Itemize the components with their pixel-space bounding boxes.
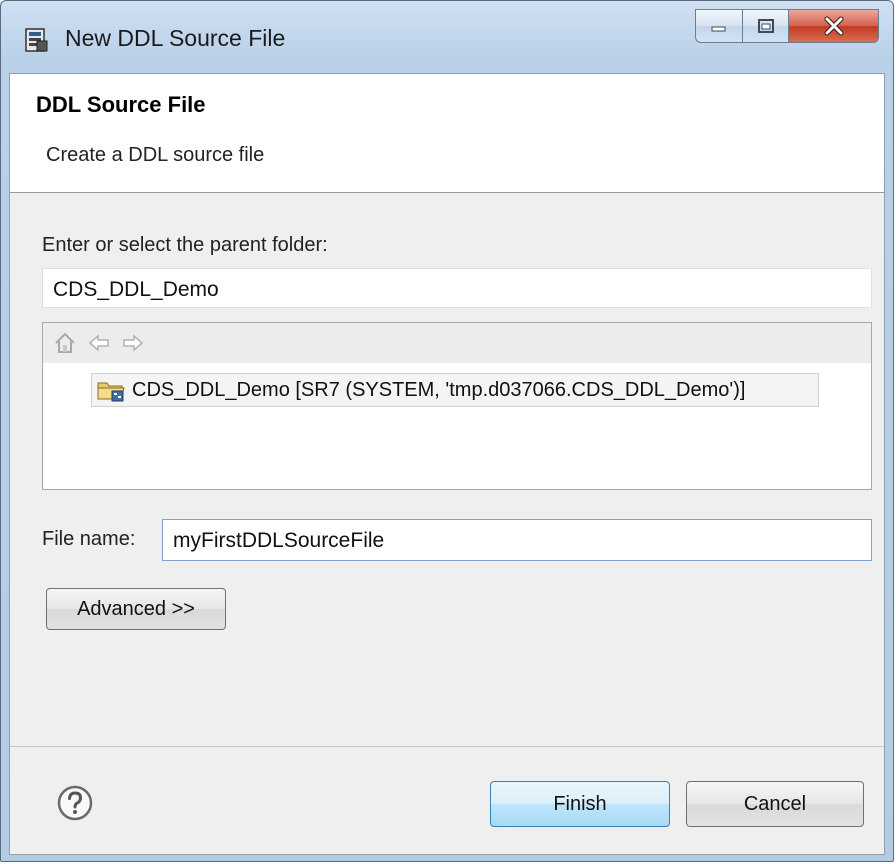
footer-divider xyxy=(10,746,884,747)
window-title: New DDL Source File xyxy=(65,25,286,51)
title-bar[interactable]: New DDL Source File xyxy=(1,1,893,73)
maximize-icon xyxy=(757,19,774,33)
folder-tree[interactable]: CDS_DDL_Demo [SR7 (SYSTEM, 'tmp.d037066.… xyxy=(42,322,872,490)
home-icon[interactable] xyxy=(53,331,77,355)
project-folder-icon xyxy=(97,382,125,402)
advanced-button[interactable]: Advanced >> xyxy=(46,588,226,630)
tree-toolbar xyxy=(43,323,871,363)
file-name-label: File name: xyxy=(42,528,136,550)
cancel-button[interactable]: Cancel xyxy=(686,781,864,827)
help-icon[interactable] xyxy=(56,784,94,822)
close-icon xyxy=(824,16,843,36)
file-name-input[interactable]: myFirstDDLSourceFile xyxy=(162,519,872,561)
dialog-client-area: DDL Source File Create a DDL source file… xyxy=(9,73,885,855)
caption-buttons xyxy=(695,9,879,45)
parent-folder-input[interactable]: CDS_DDL_Demo xyxy=(42,268,872,308)
close-button[interactable] xyxy=(789,9,879,43)
dialog-window: New DDL Source File DDL Source File Crea… xyxy=(0,0,894,862)
minimize-button[interactable] xyxy=(695,9,743,43)
ddl-file-icon xyxy=(25,28,48,52)
forward-arrow-icon[interactable] xyxy=(121,331,145,355)
wizard-banner: DDL Source File Create a DDL source file xyxy=(10,74,884,193)
tree-item-label: CDS_DDL_Demo [SR7 (SYSTEM, 'tmp.d037066.… xyxy=(132,378,746,401)
finish-button[interactable]: Finish xyxy=(490,781,670,827)
maximize-button[interactable] xyxy=(743,9,789,43)
back-arrow-icon[interactable] xyxy=(87,331,111,355)
page-title: DDL Source File xyxy=(36,92,206,117)
parent-folder-label: Enter or select the parent folder: xyxy=(42,234,328,256)
page-description: Create a DDL source file xyxy=(46,144,265,166)
tree-item[interactable]: CDS_DDL_Demo [SR7 (SYSTEM, 'tmp.d037066.… xyxy=(91,373,819,407)
minimize-icon xyxy=(711,26,726,32)
